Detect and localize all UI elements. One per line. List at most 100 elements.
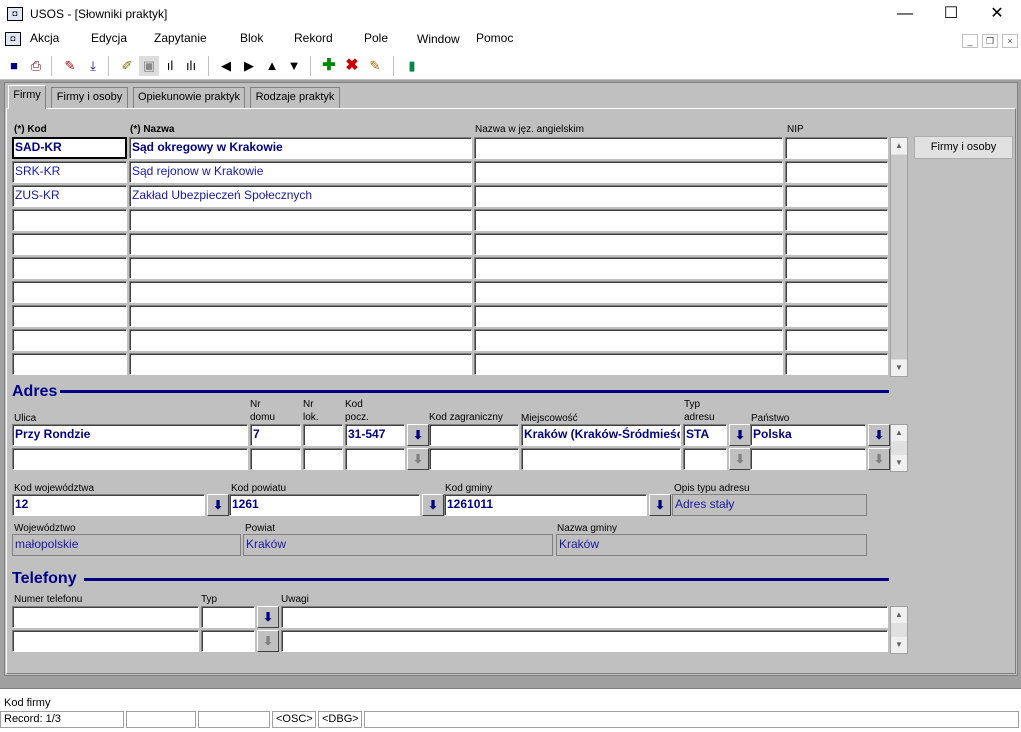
- menu-edycja[interactable]: Edycja: [91, 31, 127, 47]
- adres-kod-pocz-lov-icon[interactable]: ⬇: [407, 448, 429, 470]
- adres-nr-lok-field[interactable]: [303, 424, 343, 446]
- adres-scroll-up-icon[interactable]: ▲: [891, 425, 907, 441]
- kod-powiatu-lov-icon[interactable]: ⬇: [422, 494, 444, 516]
- company-nip-cell[interactable]: [785, 329, 888, 351]
- company-kod-cell[interactable]: [12, 257, 127, 279]
- menu-window[interactable]: Window: [417, 32, 460, 48]
- telefon-uwagi-field[interactable]: [281, 606, 888, 628]
- company-nazwa-ang-cell[interactable]: [474, 257, 783, 279]
- adres-typ-field[interactable]: STA: [683, 424, 727, 446]
- tab-opiekunowie-praktyk[interactable]: Opiekunowie praktyk: [133, 87, 245, 108]
- mdi-minimize-icon[interactable]: _: [962, 34, 978, 48]
- telefon-numer-field[interactable]: [12, 606, 199, 628]
- adres-kod-pocz-lov-icon[interactable]: ⬇: [407, 424, 429, 446]
- company-nazwa-cell[interactable]: [129, 257, 472, 279]
- company-kod-cell[interactable]: [12, 329, 127, 351]
- adres-ulica-field[interactable]: [12, 448, 248, 470]
- company-nazwa-cell[interactable]: [129, 353, 472, 375]
- menu-pole[interactable]: Pole: [364, 31, 388, 47]
- company-nazwa-cell[interactable]: Sąd rejonow w Krakowie: [129, 161, 472, 183]
- company-nazwa-cell[interactable]: Zakład Ubezpieczeń Społecznych: [129, 185, 472, 207]
- company-nazwa-ang-cell[interactable]: [474, 233, 783, 255]
- adres-typ-lov-icon[interactable]: ⬇: [729, 448, 751, 470]
- adres-ulica-field[interactable]: Przy Rondzie: [12, 424, 248, 446]
- company-nip-cell[interactable]: [785, 281, 888, 303]
- kod-wojewodztwa-field[interactable]: 12: [12, 494, 205, 516]
- adres-panstwo-field[interactable]: [750, 448, 866, 470]
- scroll-thumb[interactable]: [891, 155, 907, 359]
- company-nazwa-ang-cell[interactable]: [474, 161, 783, 183]
- company-nazwa-ang-cell[interactable]: [474, 305, 783, 327]
- edit-icon[interactable]: ✎: [60, 56, 80, 76]
- menu-pomoc[interactable]: Pomoc: [476, 31, 513, 47]
- adres-miejscowosc-field[interactable]: [521, 448, 681, 470]
- adres-typ-field[interactable]: [683, 448, 727, 470]
- company-nip-cell[interactable]: [785, 353, 888, 375]
- download-icon[interactable]: ⤓: [83, 56, 103, 76]
- scroll-down-icon[interactable]: ▼: [891, 360, 907, 376]
- save-icon[interactable]: ■: [4, 56, 24, 76]
- print-icon[interactable]: ⎙: [26, 56, 46, 76]
- adres-kod-pocz-field[interactable]: [345, 448, 405, 470]
- tab-firmy-i-osoby[interactable]: Firmy i osoby: [51, 87, 128, 108]
- company-kod-cell[interactable]: SAD-KR: [12, 137, 127, 159]
- menu-rekord[interactable]: Rekord: [294, 31, 333, 47]
- tab-firmy[interactable]: Firmy: [8, 85, 46, 109]
- adres-typ-lov-icon[interactable]: ⬇: [729, 424, 751, 446]
- company-kod-cell[interactable]: [12, 233, 127, 255]
- maximize-button[interactable]: ☐: [928, 0, 974, 30]
- company-nazwa-ang-cell[interactable]: [474, 281, 783, 303]
- menu-zapytanie[interactable]: Zapytanie: [154, 31, 207, 47]
- company-kod-cell[interactable]: [12, 353, 127, 375]
- telefon-typ-lov-icon[interactable]: ⬇: [257, 606, 279, 628]
- company-kod-cell[interactable]: [12, 281, 127, 303]
- kod-gminy-field[interactable]: 1261011: [444, 494, 647, 516]
- adres-kod-pocz-field[interactable]: 31-547: [345, 424, 405, 446]
- adres-nr-domu-field[interactable]: 7: [250, 424, 301, 446]
- exit-icon[interactable]: ▮: [402, 56, 422, 76]
- company-nazwa-ang-cell[interactable]: [474, 185, 783, 207]
- telefon-typ-field[interactable]: [201, 630, 255, 652]
- company-nip-cell[interactable]: [785, 257, 888, 279]
- company-nazwa-cell[interactable]: [129, 281, 472, 303]
- kod-wojewodztwa-lov-icon[interactable]: ⬇: [207, 494, 229, 516]
- telefony-scroll-up-icon[interactable]: ▲: [891, 607, 907, 623]
- company-nazwa-ang-cell[interactable]: [474, 209, 783, 231]
- clear-record-icon[interactable]: ✎: [365, 56, 385, 76]
- telefon-typ-lov-icon[interactable]: ⬇: [257, 630, 279, 652]
- adres-nr-lok-field[interactable]: [303, 448, 343, 470]
- company-kod-cell[interactable]: [12, 305, 127, 327]
- close-button[interactable]: ✕: [974, 0, 1020, 30]
- adres-kod-zagr-field[interactable]: [429, 448, 519, 470]
- company-kod-cell[interactable]: ZUS-KR: [12, 185, 127, 207]
- adres-panstwo-field[interactable]: Polska: [750, 424, 866, 446]
- company-nip-cell[interactable]: [785, 137, 888, 159]
- company-kod-cell[interactable]: [12, 209, 127, 231]
- scroll-up-icon[interactable]: ▲: [891, 138, 907, 154]
- company-nazwa-cell[interactable]: [129, 305, 472, 327]
- company-nazwa-cell[interactable]: Sąd okregowy w Krakowie: [129, 137, 472, 159]
- insert-record-icon[interactable]: ✚: [319, 56, 339, 76]
- company-nip-cell[interactable]: [785, 185, 888, 207]
- adres-kod-zagr-field[interactable]: [429, 424, 519, 446]
- adres-miejscowosc-field[interactable]: Kraków (Kraków-Śródmieście): [521, 424, 681, 446]
- kod-powiatu-field[interactable]: 1261: [229, 494, 420, 516]
- adres-panstwo-lov-icon[interactable]: ⬇: [868, 448, 890, 470]
- firmy-i-osoby-button[interactable]: Firmy i osoby: [914, 136, 1013, 159]
- kod-gminy-lov-icon[interactable]: ⬇: [649, 494, 671, 516]
- company-kod-cell[interactable]: SRK-KR: [12, 161, 127, 183]
- company-nip-cell[interactable]: [785, 233, 888, 255]
- count-query-icon[interactable]: ıl: [160, 56, 180, 76]
- telefon-typ-field[interactable]: [201, 606, 255, 628]
- menu-akcja[interactable]: Akcja: [30, 31, 59, 47]
- company-nip-cell[interactable]: [785, 161, 888, 183]
- bar-chart-icon[interactable]: ılı: [181, 56, 201, 76]
- adres-panstwo-lov-icon[interactable]: ⬇: [868, 424, 890, 446]
- next-block-icon[interactable]: ▶: [239, 56, 259, 76]
- mdi-restore-icon[interactable]: ❐: [982, 34, 998, 48]
- prev-block-icon[interactable]: ◀: [216, 56, 236, 76]
- company-nip-cell[interactable]: [785, 305, 888, 327]
- adres-nr-domu-field[interactable]: [250, 448, 301, 470]
- minimize-button[interactable]: —: [882, 0, 928, 30]
- company-nazwa-cell[interactable]: [129, 329, 472, 351]
